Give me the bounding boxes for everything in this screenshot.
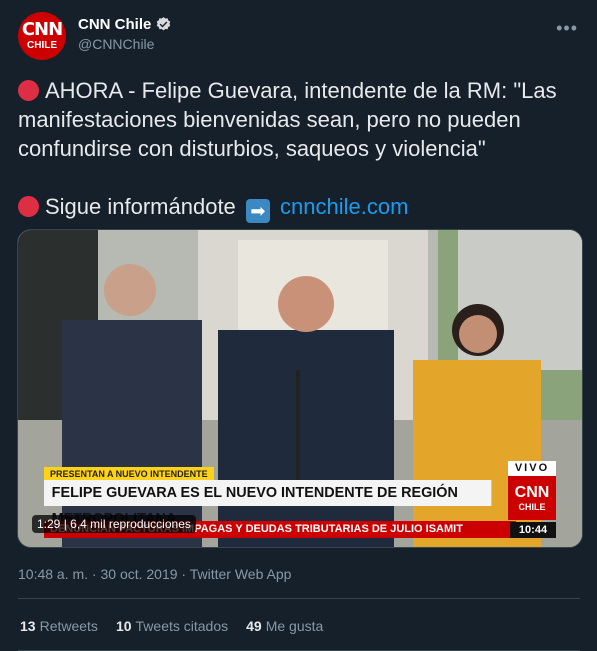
live-label: VIVO <box>508 461 556 476</box>
quote-tweets-stat[interactable]: 10 Tweets citados <box>116 618 228 634</box>
likes-label: Me gusta <box>265 618 324 634</box>
retweets-label: Retweets <box>39 618 98 634</box>
avatar[interactable]: CNN CHILE <box>18 12 66 60</box>
video-headline: FELIPE GUEVARA ES EL NUEVO INTENDENTE DE… <box>44 480 492 527</box>
more-options-icon[interactable]: ••• <box>556 18 578 39</box>
tweet-header: CNN CHILE CNN Chile @CNNChile ••• <box>18 12 580 60</box>
avatar-logo-text: CNN <box>21 19 63 40</box>
red-circle-icon <box>18 196 39 217</box>
author-handle[interactable]: @CNNChile <box>78 36 172 52</box>
cnn-chile-logo: CNN CHILE <box>508 476 556 520</box>
tweet-line-1: AHORA - Felipe Guevara, intendente de la… <box>18 78 557 161</box>
tweet-link[interactable]: cnnchile.com <box>280 194 408 219</box>
divider <box>18 598 580 599</box>
red-circle-icon <box>18 80 39 101</box>
quotes-label: Tweets citados <box>135 618 229 634</box>
verified-badge-icon <box>157 17 171 31</box>
cnn-logo-subtext: CHILE <box>518 501 546 512</box>
avatar-logo-subtext: CHILE <box>27 40 57 51</box>
right-arrow-icon: ➡ <box>245 199 270 223</box>
tweet-stats: 13 Retweets 10 Tweets citados 49 Me gusta <box>20 618 323 634</box>
tweet-line-2: Sigue informándote <box>45 194 236 219</box>
author-display-name[interactable]: CNN Chile <box>78 16 172 33</box>
tweet-text: AHORA - Felipe Guevara, intendente de la… <box>18 76 580 223</box>
video-clock: 10:44 <box>510 522 556 538</box>
tweet-timestamp[interactable]: 10:48 a. m. · 30 oct. 2019 · Twitter Web… <box>18 566 291 582</box>
tweet-paragraph-2: Sigue informándote ➡ cnnchile.com <box>18 192 580 223</box>
video-lower-third-tag: PRESENTAN A NUEVO INTENDENTE <box>44 467 214 481</box>
author-names: CNN Chile @CNNChile <box>78 16 172 52</box>
retweets-count: 13 <box>20 618 36 634</box>
cnn-logo-text: CNN <box>514 483 550 501</box>
tweet-paragraph-1: AHORA - Felipe Guevara, intendente de la… <box>18 76 580 163</box>
video-player[interactable]: PRESENTAN A NUEVO INTENDENTE FELIPE GUEV… <box>17 229 583 548</box>
likes-count: 49 <box>246 618 262 634</box>
video-duration-views: 1:29 | 6,4 mil reproducciones <box>32 515 196 533</box>
likes-stat[interactable]: 49 Me gusta <box>246 618 323 634</box>
quotes-count: 10 <box>115 618 132 634</box>
display-name-text: CNN Chile <box>78 16 152 33</box>
retweets-stat[interactable]: 13 Retweets <box>20 618 98 634</box>
